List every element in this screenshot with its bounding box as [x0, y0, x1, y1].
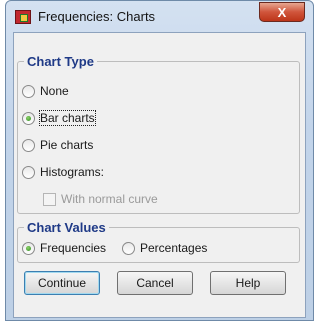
normal-curve-checkbox-box[interactable] — [43, 192, 56, 206]
radio-percentages-button[interactable] — [122, 241, 135, 255]
radio-histograms-label: Histograms: — [40, 165, 105, 179]
radio-percentages-label: Percentages — [140, 241, 208, 255]
radio-bar-charts[interactable]: Bar charts — [22, 110, 96, 126]
cancel-button[interactable]: Cancel — [117, 271, 193, 295]
title-bar[interactable]: Frequencies: Charts X — [6, 1, 313, 31]
chart-type-legend: Chart Type — [24, 54, 97, 69]
radio-pie-charts[interactable]: Pie charts — [22, 138, 93, 152]
radio-frequencies[interactable]: Frequencies — [22, 241, 106, 255]
radio-none-label: None — [40, 84, 69, 98]
help-button[interactable]: Help — [210, 271, 286, 295]
close-button[interactable]: X — [259, 2, 305, 22]
window-title: Frequencies: Charts — [38, 9, 156, 24]
radio-none-button[interactable] — [22, 84, 35, 98]
chart-values-legend: Chart Values — [24, 220, 109, 235]
radio-histograms-button[interactable] — [22, 165, 35, 179]
continue-button[interactable]: Continue — [24, 271, 100, 295]
app-icon — [15, 10, 31, 24]
radio-percentages[interactable]: Percentages — [122, 241, 207, 255]
dialog-client: Chart Type None Bar charts Pie charts Hi… — [13, 32, 306, 318]
radio-histograms[interactable]: Histograms: — [22, 165, 104, 179]
normal-curve-label: With normal curve — [61, 192, 158, 206]
close-icon: X — [277, 5, 287, 20]
radio-frequencies-label: Frequencies — [40, 241, 107, 255]
normal-curve-checkbox[interactable]: With normal curve — [43, 192, 158, 206]
dialog-window: Frequencies: Charts X Chart Type None Ba… — [5, 0, 314, 321]
radio-bar-charts-button[interactable] — [22, 111, 35, 125]
radio-none[interactable]: None — [22, 84, 69, 98]
radio-pie-charts-button[interactable] — [22, 138, 35, 152]
radio-pie-charts-label: Pie charts — [40, 138, 94, 152]
radio-bar-charts-label: Bar charts — [39, 110, 96, 126]
radio-frequencies-button[interactable] — [22, 241, 35, 255]
